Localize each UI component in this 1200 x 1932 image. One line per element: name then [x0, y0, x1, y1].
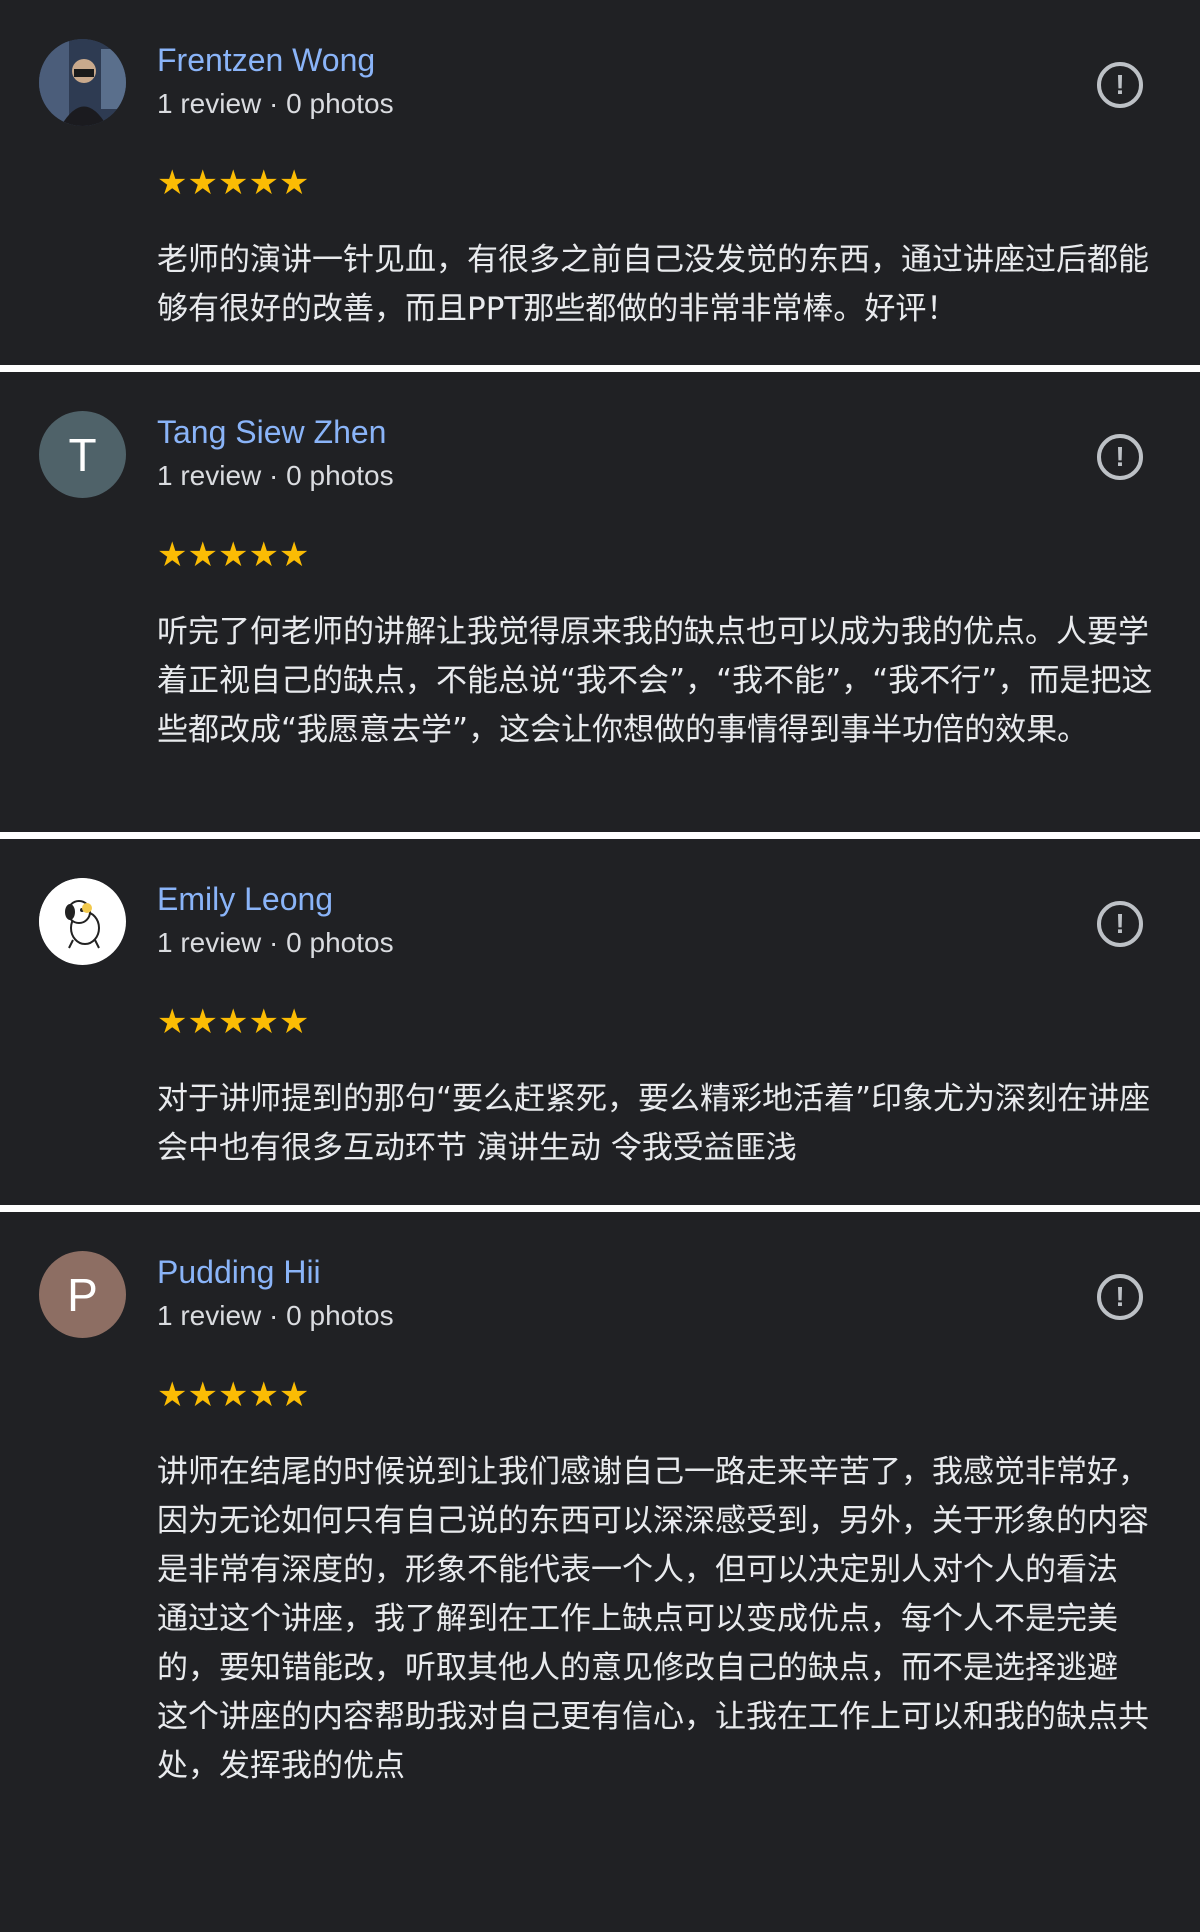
avatar-photo [39, 39, 126, 126]
flag-report-icon[interactable]: ! [1097, 1274, 1143, 1320]
reviews-list: Frentzen Wong 1 review · 0 photos ! ★★★★… [0, 0, 1200, 1932]
reviewer-meta: 1 review · 0 photos [157, 927, 394, 958]
avatar[interactable]: T [39, 411, 126, 498]
divider [0, 1205, 1200, 1212]
dog-avatar-icon [39, 878, 125, 964]
flag-report-icon[interactable]: ! [1097, 62, 1143, 108]
avatar-letter: T [68, 428, 97, 481]
reviewer-meta: 1 review · 0 photos [157, 1300, 394, 1331]
reviewer-meta: 1 review · 0 photos [157, 88, 394, 119]
review-text: 讲师在结尾的时候说到让我们感谢自己一路走来辛苦了，我感觉非常好，因为无论如何只有… [157, 1454, 1149, 1784]
divider [0, 832, 1200, 839]
avatar[interactable]: P [39, 1251, 126, 1338]
avatar-letter: P [67, 1268, 98, 1321]
star-rating: ★★★★★ [157, 1375, 310, 1415]
reviewer-meta: 1 review · 0 photos [157, 460, 394, 491]
flag-report-icon[interactable]: ! [1097, 901, 1143, 947]
review-text: 对于讲师提到的那句“要么赶紧死，要么精彩地活着”印象尤为深刻在讲座会中也有很多互… [157, 1081, 1151, 1166]
avatar[interactable] [39, 39, 126, 126]
review-card: T Tang Siew Zhen 1 review · 0 photos ! ★… [0, 372, 1200, 832]
review-text: 老师的演讲一针见血，有很多之前自己没发觉的东西，通过讲座过后都能够有很好的改善，… [157, 242, 1149, 327]
flag-report-icon[interactable]: ! [1097, 434, 1143, 480]
reviewer-name[interactable]: Emily Leong [157, 881, 333, 918]
reviewer-name[interactable]: Pudding Hii [157, 1254, 321, 1291]
star-rating: ★★★★★ [157, 535, 310, 575]
review-card: Frentzen Wong 1 review · 0 photos ! ★★★★… [0, 0, 1200, 365]
reviewer-name[interactable]: Tang Siew Zhen [157, 414, 386, 451]
avatar[interactable] [39, 878, 126, 965]
reviewer-name[interactable]: Frentzen Wong [157, 42, 375, 79]
star-rating: ★★★★★ [157, 163, 310, 203]
review-card: Emily Leong 1 review · 0 photos ! ★★★★★ … [0, 839, 1200, 1205]
review-card: P Pudding Hii 1 review · 0 photos ! ★★★★… [0, 1212, 1200, 1932]
star-rating: ★★★★★ [157, 1002, 310, 1042]
divider [0, 365, 1200, 372]
review-text: 听完了何老师的讲解让我觉得原来我的缺点也可以成为我的优点。人要学着正视自己的缺点… [157, 614, 1153, 748]
